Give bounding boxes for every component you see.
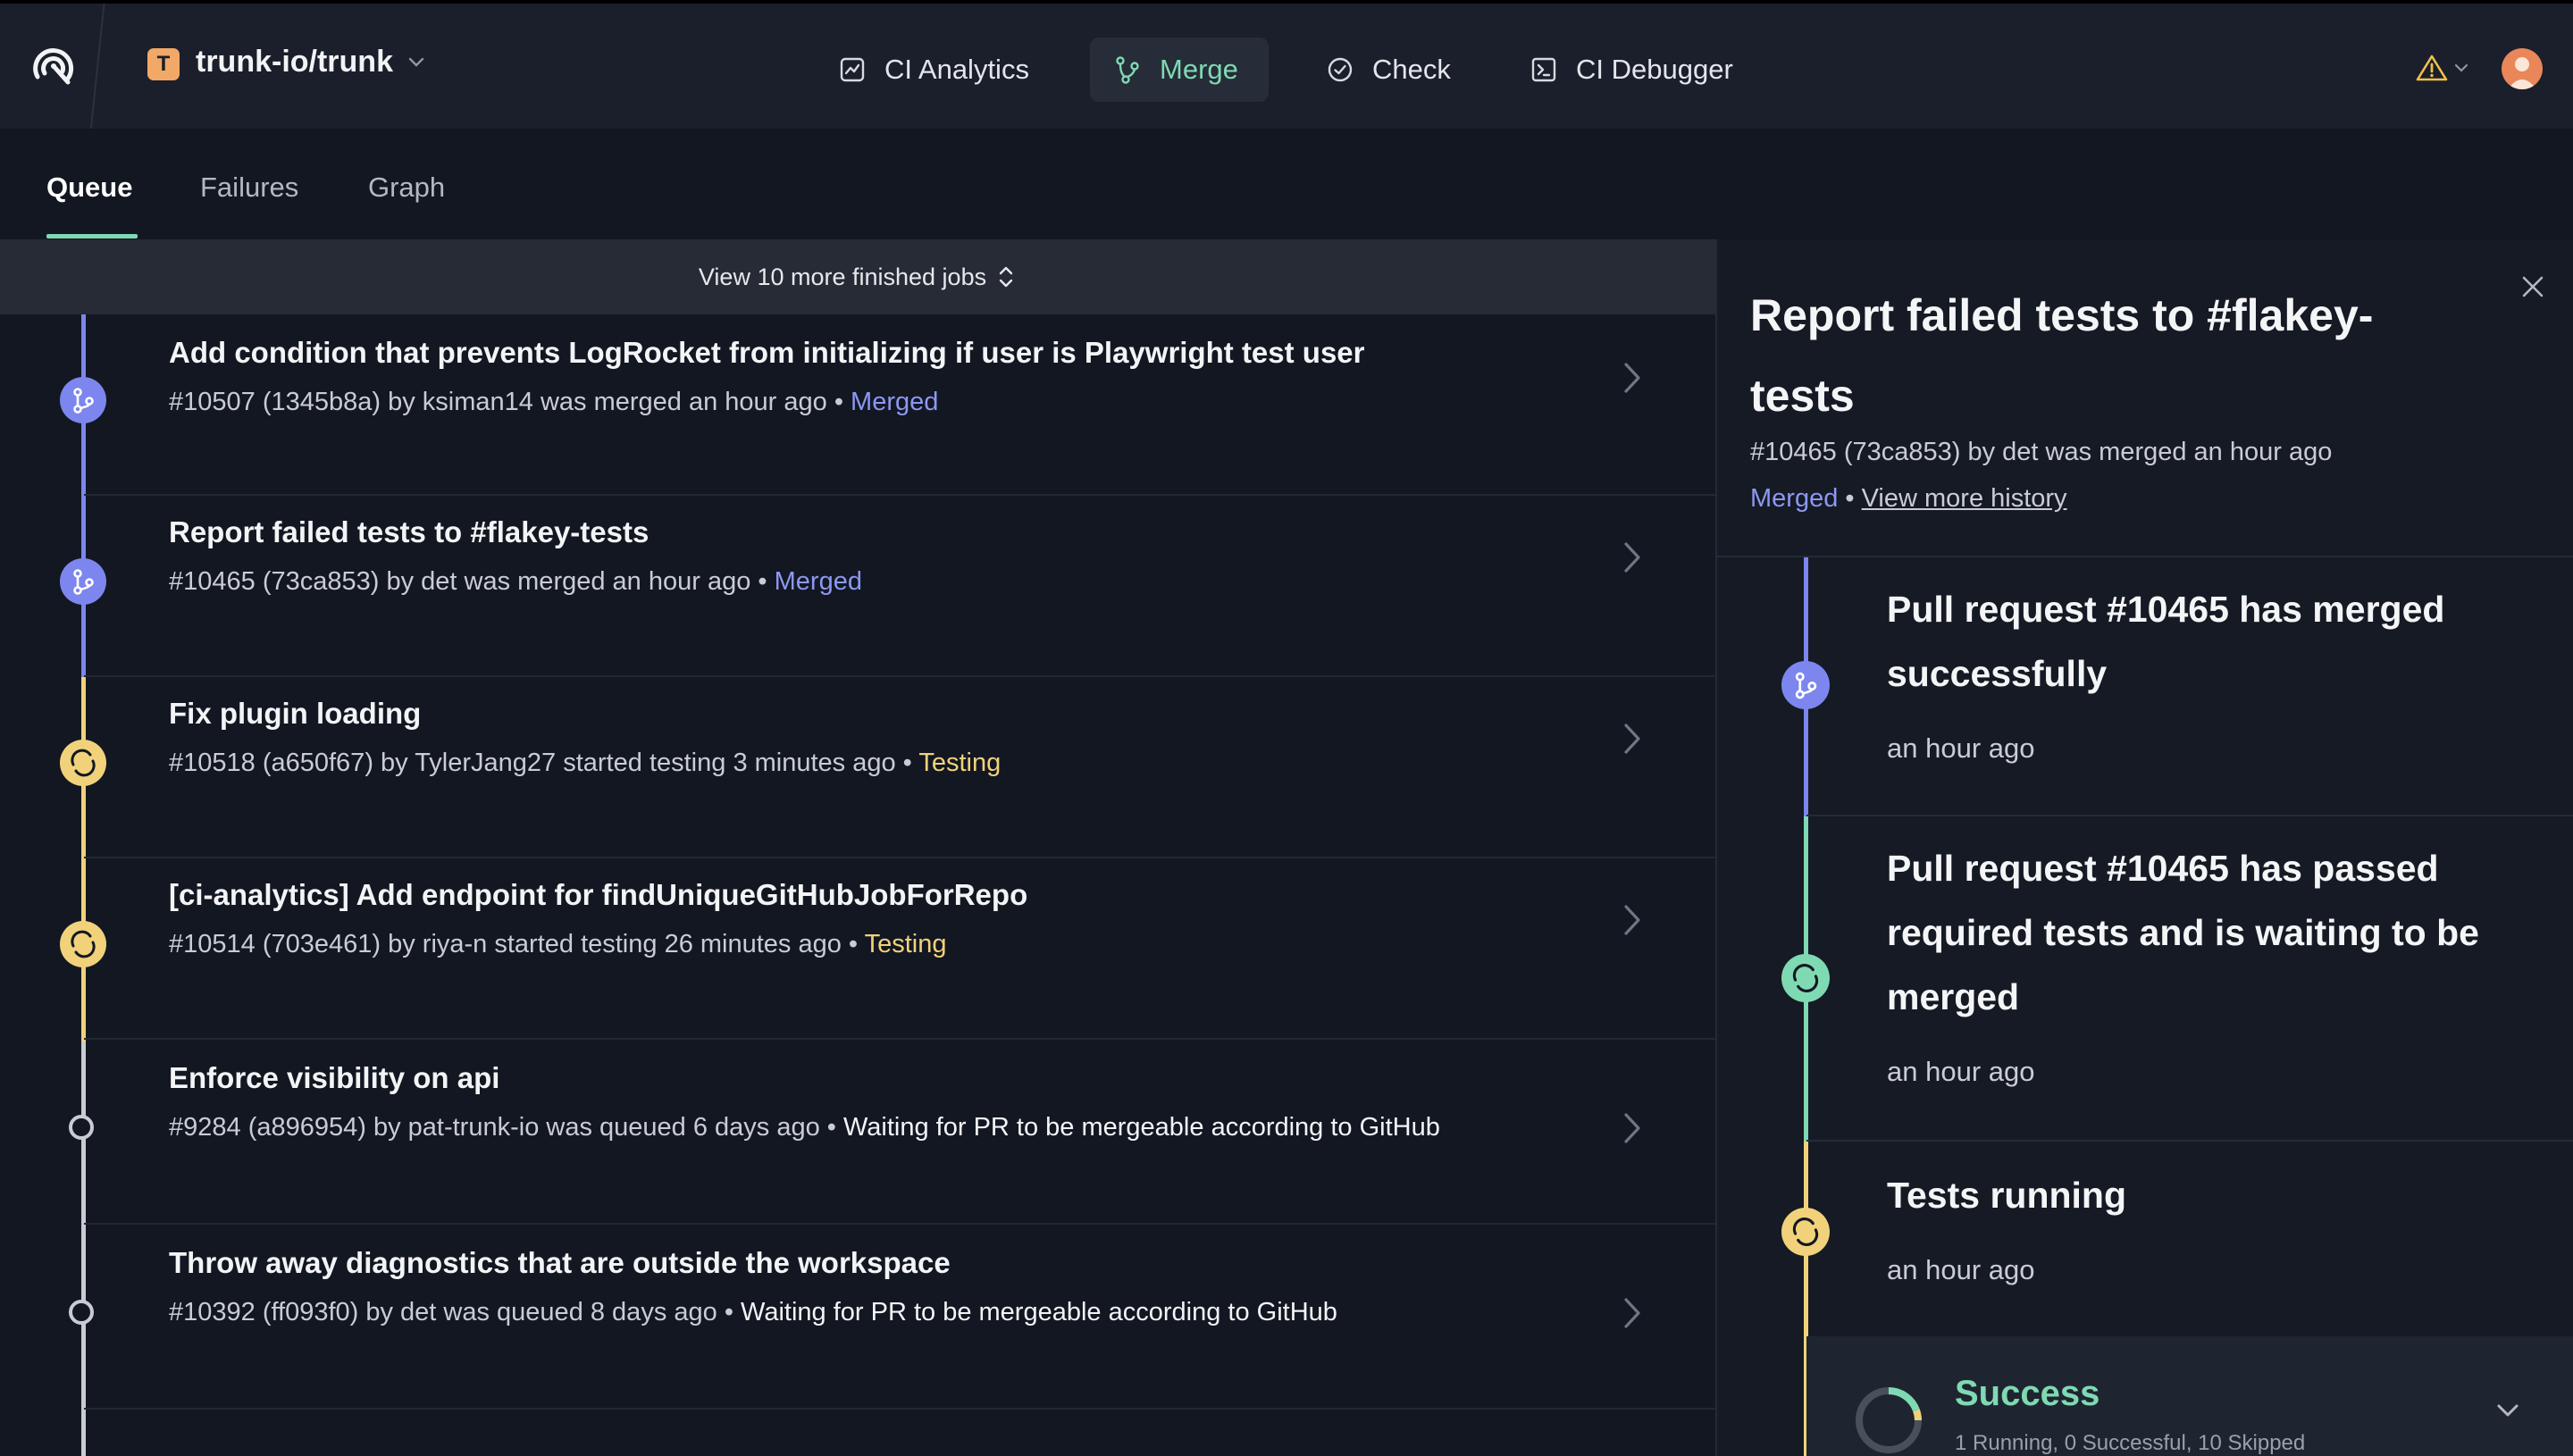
panel-title: Report failed tests to #flakey-tests: [1750, 290, 2374, 421]
active-tab-indicator: [46, 234, 138, 238]
history-event: Pull request #10465 has passed required …: [1717, 816, 2573, 1142]
tab-queue[interactable]: Queue: [46, 172, 132, 204]
summary-counts: 1 Running, 0 Successful, 10 Skipped: [1955, 1431, 2306, 1455]
trunk-logo-icon[interactable]: [27, 39, 80, 93]
status-badge: Merged: [1750, 484, 1839, 513]
chevron-down-icon[interactable]: [2494, 1397, 2521, 1424]
chart-icon: [840, 57, 865, 82]
warning-icon[interactable]: [2416, 54, 2448, 82]
chevron-right-icon[interactable]: [1619, 1294, 1644, 1332]
event-title: Tests running: [1887, 1175, 2127, 1216]
view-more-jobs-button[interactable]: View 10 more finished jobs: [0, 239, 1715, 314]
user-icon: [2508, 57, 2536, 89]
queue-row-title[interactable]: Throw away diagnostics that are outside …: [169, 1246, 951, 1280]
chevron-right-icon[interactable]: [1619, 901, 1644, 939]
queue-row-details: #10392 (ff093f0) by det was queued 8 day…: [169, 1298, 733, 1326]
queue-row-meta: #10465 (73ca853) by det was merged an ho…: [169, 567, 862, 597]
queue-row-details: #9284 (a896954) by pat-trunk-io was queu…: [169, 1113, 836, 1142]
event-time: an hour ago: [1887, 1254, 2035, 1285]
event-time: an hour ago: [1887, 1056, 2035, 1087]
queue-row-details: #10507 (1345b8a) by ksiman14 was merged …: [169, 388, 843, 416]
chevron-right-icon[interactable]: [1619, 359, 1644, 397]
queue-row-meta: #10514 (703e461) by riya-n started testi…: [169, 930, 947, 959]
queue-row-title[interactable]: Add condition that prevents LogRocket fr…: [169, 336, 1365, 370]
status-badge: Waiting for PR to be mergeable according…: [843, 1113, 1440, 1142]
top-bar: T trunk-io/trunk CI Analytics Merge Chec…: [0, 0, 2573, 132]
merge-tabs: Queue Failures Graph: [0, 129, 2573, 239]
history-event: Tests running an hour ago: [1717, 1142, 2573, 1336]
event-title: Pull request #10465 has merged successfu…: [1887, 589, 2445, 694]
queue-row-meta: #10507 (1345b8a) by ksiman14 was merged …: [169, 388, 938, 417]
testing-status-icon: [60, 921, 106, 967]
chevron-up-down-icon: [999, 266, 1013, 288]
queue-row[interactable]: Fix plugin loading #10518 (a650f67) by T…: [0, 677, 1715, 858]
queue-row-details: #10465 (73ca853) by det was merged an ho…: [169, 567, 767, 596]
panel-meta: #10465 (73ca853) by det was merged an ho…: [1750, 438, 2333, 466]
chevron-right-icon[interactable]: [1619, 539, 1644, 576]
chevron-right-icon[interactable]: [1619, 720, 1644, 757]
nav-label: Check: [1372, 54, 1451, 85]
merge-icon: [1116, 56, 1139, 84]
merged-status-icon: [60, 558, 106, 605]
header-divider: [89, 4, 105, 132]
queue-row[interactable]: Throw away diagnostics that are outside …: [0, 1225, 1715, 1410]
queue-row-title[interactable]: Enforce visibility on api: [169, 1061, 499, 1095]
pr-detail-panel: Report failed tests to #flakey-tests #10…: [1715, 239, 2573, 1456]
nav-merge[interactable]: Merge: [1090, 38, 1269, 102]
status-badge: Testing: [918, 749, 1002, 777]
queue-row-meta: #10392 (ff093f0) by det was queued 8 day…: [169, 1298, 1337, 1327]
view-more-label: View 10 more finished jobs: [698, 263, 987, 290]
queue-row-meta: #9284 (a896954) by pat-trunk-io was queu…: [169, 1113, 1440, 1142]
summary-status: Success: [1955, 1374, 2100, 1413]
queue-row-details: #10514 (703e461) by riya-n started testi…: [169, 930, 859, 958]
queue-row[interactable]: [ci-analytics] Add endpoint for findUniq…: [0, 858, 1715, 1040]
nav-label: CI Analytics: [884, 54, 1029, 85]
event-time: an hour ago: [1887, 732, 2035, 764]
nav-ci-debugger[interactable]: CI Debugger: [1506, 38, 1756, 102]
queue-row-meta: #10518 (a650f67) by TylerJang27 started …: [169, 749, 1001, 778]
view-more-history-link[interactable]: View more history: [1862, 484, 2067, 513]
tab-failures[interactable]: Failures: [200, 172, 298, 204]
progress-ring-icon: [1856, 1387, 1922, 1453]
queued-status-icon: [69, 1115, 94, 1140]
event-title: Pull request #10465 has passed required …: [1887, 848, 2479, 1017]
org-avatar[interactable]: T: [147, 48, 180, 80]
queue-row-title[interactable]: Report failed tests to #flakey-tests: [169, 515, 649, 549]
queue-row[interactable]: Add condition that prevents LogRocket fr…: [0, 314, 1715, 496]
panel-status-line: Merged • View more history: [1750, 484, 2067, 514]
check-circle-icon: [1328, 57, 1353, 82]
status-badge: Testing: [864, 930, 947, 958]
test-summary-card[interactable]: Success 1 Running, 0 Successful, 10 Skip…: [1806, 1336, 2573, 1456]
user-avatar[interactable]: [2502, 48, 2543, 89]
merged-status-icon: [1781, 661, 1830, 709]
row-divider: [84, 1408, 1715, 1410]
passed-status-icon: [1781, 954, 1830, 1002]
terminal-icon: [1531, 57, 1556, 82]
separator-dot: •: [1845, 484, 1862, 513]
chevron-down-icon[interactable]: [2452, 59, 2470, 77]
org-selector[interactable]: trunk-io/trunk: [196, 45, 393, 79]
testing-status-icon: [60, 740, 106, 786]
tab-graph[interactable]: Graph: [368, 172, 445, 204]
merged-status-icon: [60, 377, 106, 423]
queue-row-title[interactable]: [ci-analytics] Add endpoint for findUniq…: [169, 878, 1027, 912]
queue-row-details: #10518 (a650f67) by TylerJang27 started …: [169, 749, 912, 777]
nav-label: CI Debugger: [1576, 54, 1733, 85]
status-badge: Merged: [851, 388, 939, 416]
queue-row-title[interactable]: Fix plugin loading: [169, 697, 421, 731]
status-badge: Merged: [774, 567, 862, 596]
nav-check[interactable]: Check: [1303, 38, 1474, 102]
status-badge: Waiting for PR to be mergeable according…: [741, 1298, 1337, 1326]
nav-label: Merge: [1160, 54, 1238, 85]
history-event: Pull request #10465 has merged successfu…: [1717, 557, 2573, 816]
close-icon[interactable]: [2519, 273, 2546, 300]
chevron-right-icon[interactable]: [1619, 1109, 1644, 1147]
queue-row[interactable]: Enforce visibility on api #9284 (a896954…: [0, 1040, 1715, 1225]
queue-list: View 10 more finished jobs Add condition…: [0, 239, 1715, 1456]
queue-row[interactable]: Report failed tests to #flakey-tests #10…: [0, 496, 1715, 677]
testing-status-icon: [1781, 1208, 1830, 1256]
chevron-down-icon[interactable]: [406, 52, 426, 71]
queued-status-icon: [69, 1300, 94, 1325]
nav-ci-analytics[interactable]: CI Analytics: [815, 38, 1052, 102]
